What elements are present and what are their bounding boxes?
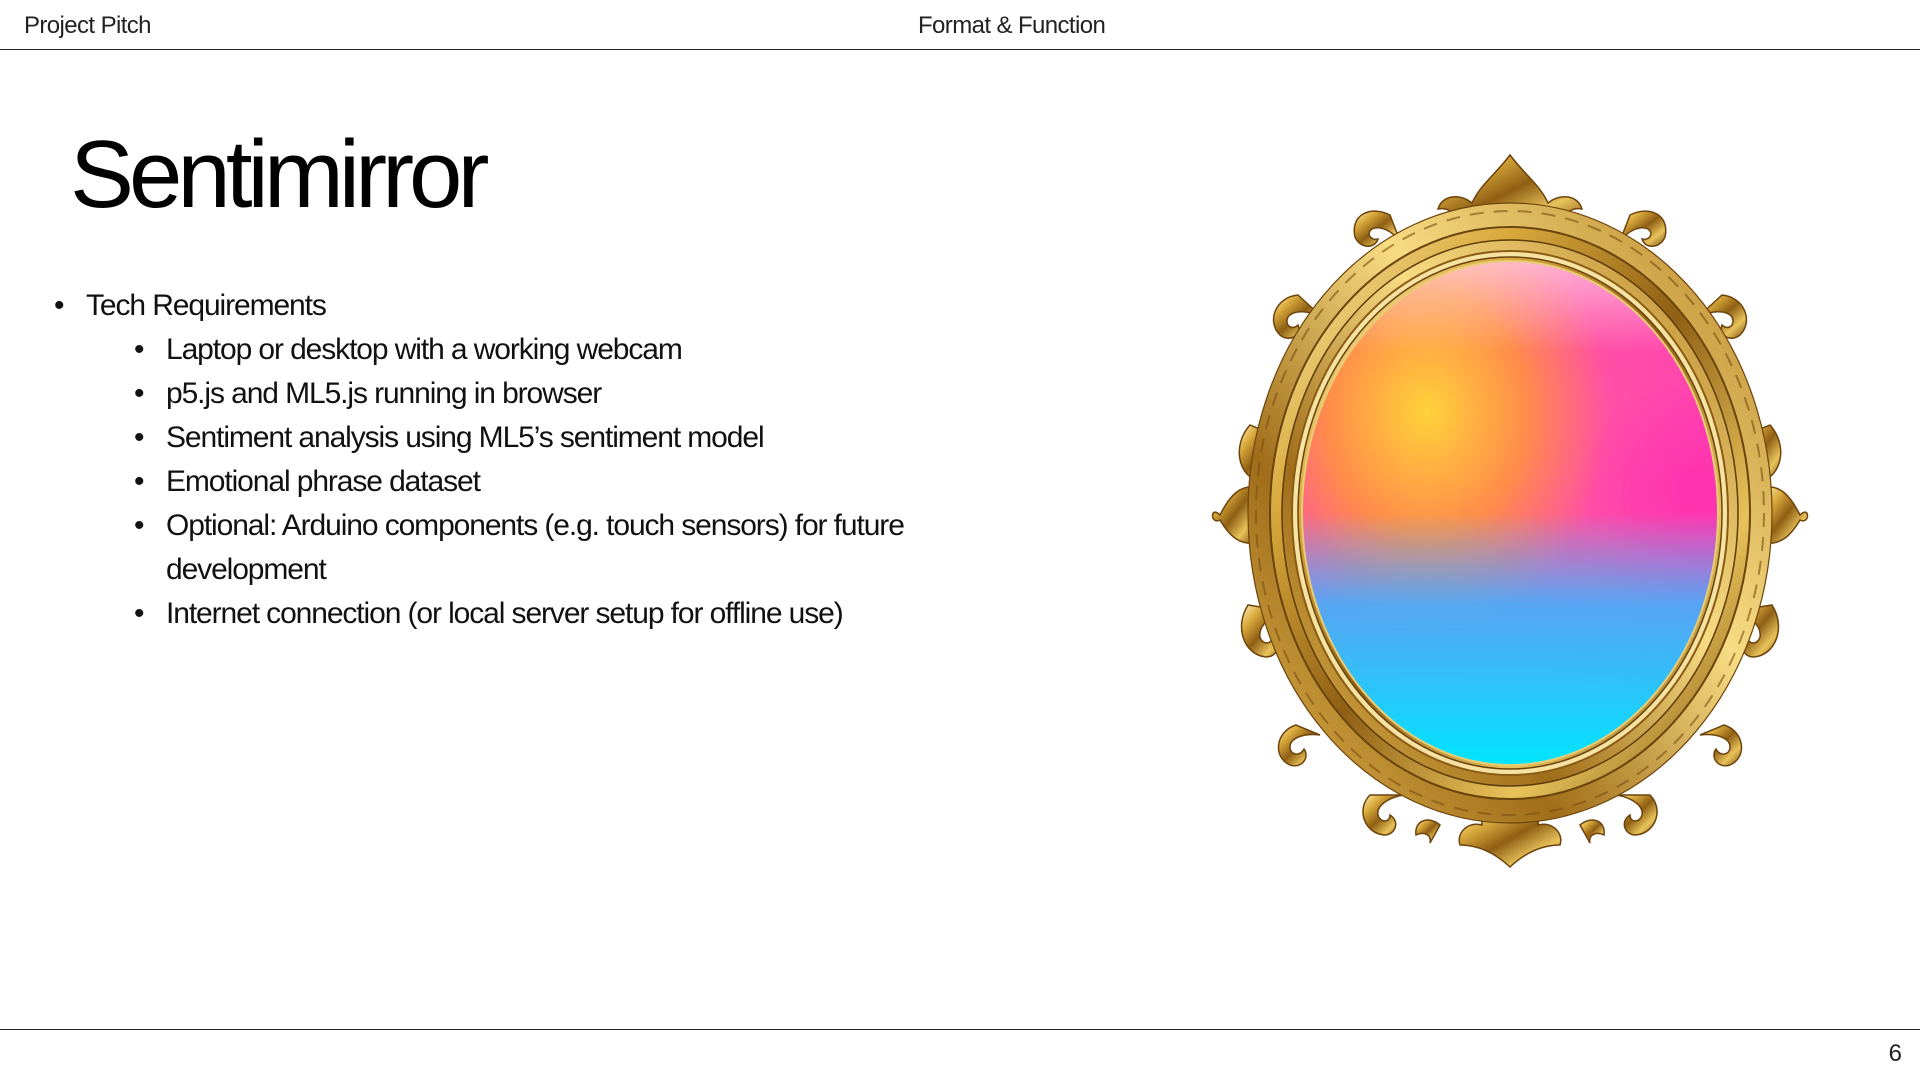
bottom-divider bbox=[0, 1029, 1920, 1030]
bullet-dot: • bbox=[134, 333, 145, 366]
bullet-dot: • bbox=[134, 377, 145, 410]
sub-bullet-text: Emotional phrase dataset bbox=[166, 465, 481, 498]
bullet-text: Tech Requirements bbox=[86, 289, 327, 322]
sub-bullet-text: Internet connection (or local server set… bbox=[166, 597, 844, 630]
bullet-list: • Tech Requirements • Laptop or desktop w… bbox=[54, 284, 934, 636]
sub-bullet-item: • p5.js and ML5.js running in browser bbox=[134, 372, 934, 416]
bullet-dot: • bbox=[134, 597, 145, 630]
bullet-dot: • bbox=[134, 465, 145, 498]
sub-bullet-text: Sentiment analysis using ML5’s sentiment… bbox=[166, 421, 765, 454]
bullet-dot: • bbox=[134, 509, 145, 542]
sub-bullet-item: • Sentiment analysis using ML5’s sentimen… bbox=[134, 416, 934, 460]
sub-bullet-list: • Laptop or desktop with a working webcam… bbox=[86, 328, 934, 636]
sub-bullet-item: • Internet connection (or local server se… bbox=[134, 592, 934, 636]
ornate-mirror-image bbox=[1211, 153, 1809, 869]
header-center-label: Format & Function bbox=[918, 12, 1106, 39]
sub-bullet-text: p5.js and ML5.js running in browser bbox=[166, 377, 602, 410]
top-divider bbox=[0, 49, 1920, 50]
header-left-label: Project Pitch bbox=[24, 12, 152, 39]
sub-bullet-text: Optional: Arduino components (e.g. touch… bbox=[166, 509, 905, 586]
bullet-tech-requirements: • Tech Requirements • Laptop or desktop w… bbox=[54, 284, 934, 636]
bullet-dot: • bbox=[134, 421, 145, 454]
page-number: 6 bbox=[1888, 1040, 1902, 1067]
sub-bullet-item: • Emotional phrase dataset bbox=[134, 460, 934, 504]
sub-bullet-item: • Laptop or desktop with a working webcam bbox=[134, 328, 934, 372]
sub-bullet-text: Laptop or desktop with a working webcam bbox=[166, 333, 683, 366]
slide-title: Sentimirror bbox=[70, 121, 489, 228]
bullet-dot: • bbox=[54, 289, 65, 322]
sub-bullet-item: • Optional: Arduino components (e.g. touc… bbox=[134, 504, 934, 592]
